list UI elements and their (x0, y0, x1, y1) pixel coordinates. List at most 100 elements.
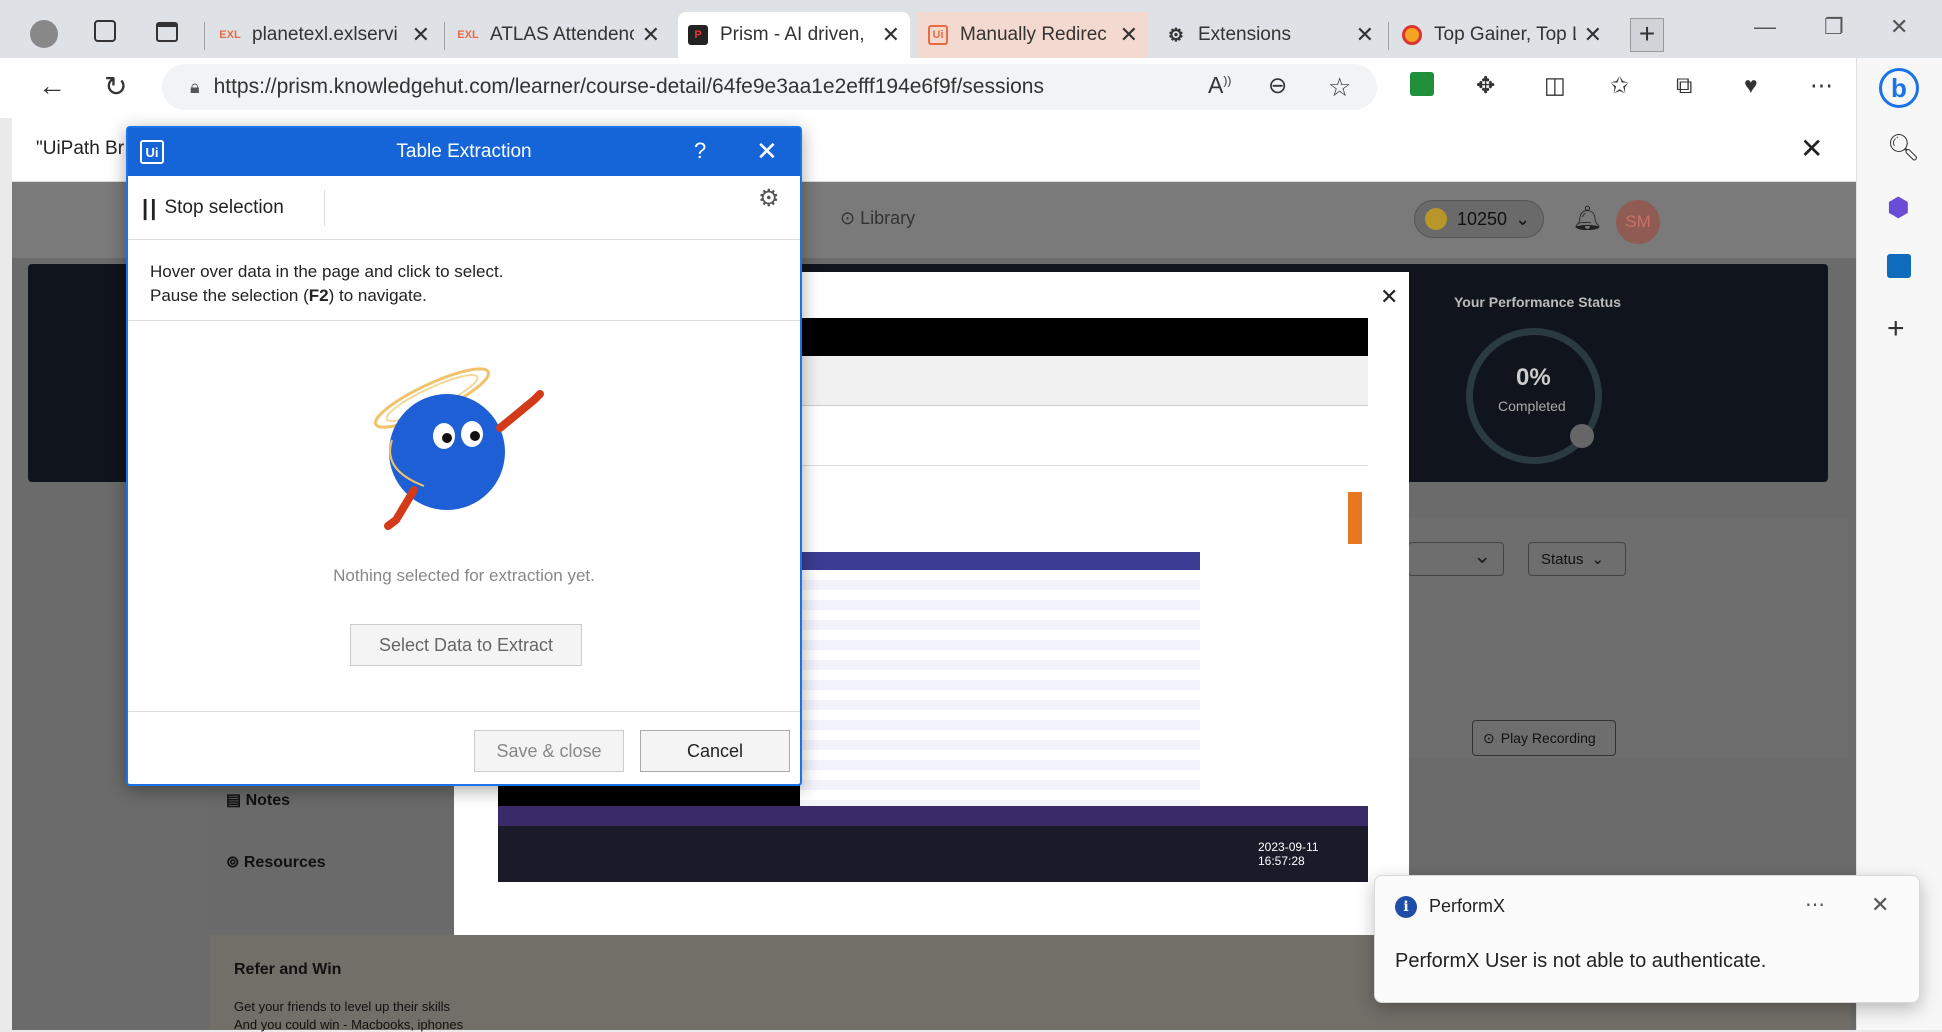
resources-icon: ⊚ (226, 854, 240, 871)
chevron-down-icon: ⌄ (1515, 208, 1531, 229)
mascot-body (389, 394, 505, 510)
prism-favicon-icon: P (688, 25, 708, 45)
add-sidebar-app-icon[interactable]: + (1887, 312, 1905, 346)
close-tab-icon[interactable]: ✕ (1356, 22, 1374, 48)
refer-text: Get your friends to level up their skill… (234, 999, 451, 1014)
dialog-instructions: Hover over data in the page and click to… (150, 260, 503, 308)
close-dialog-icon[interactable]: ✕ (756, 136, 778, 167)
close-tab-icon[interactable]: ✕ (642, 22, 660, 48)
exl-favicon-icon: EXL (457, 29, 479, 41)
exl-favicon-icon: EXL (219, 29, 241, 41)
tab-planetexl[interactable]: EXL planetexl.exlservi ✕ (210, 12, 440, 58)
notification-title: "UiPath Br (36, 138, 125, 159)
minimize-button[interactable]: — (1754, 14, 1776, 40)
notes-label: Notes (245, 792, 291, 809)
points-pill[interactable]: 10250 ⌄ (1414, 200, 1544, 238)
help-icon[interactable]: ? (694, 138, 706, 164)
tab-label: Extensions (1198, 24, 1291, 45)
select-data-button[interactable]: Select Data to Extract (350, 624, 582, 666)
play-recording-button[interactable]: ⊙ Play Recording (1472, 720, 1616, 756)
lock-icon: 🔒︎ (190, 76, 200, 97)
tab-label: planetexl.exlservi (252, 24, 398, 45)
dialog-title-bar[interactable]: Ui Table Extraction ? ✕ (128, 128, 800, 176)
uipath-favicon-icon: Ui (928, 25, 948, 45)
bell-icon[interactable]: 🔔︎ (1572, 204, 1602, 233)
mascot-pupil-left (442, 433, 452, 443)
close-tab-icon[interactable]: ✕ (412, 22, 430, 48)
close-tab-icon[interactable]: ✕ (1120, 22, 1138, 48)
tab-top-gainer[interactable]: Top Gainer, Top L ✕ (1392, 12, 1612, 58)
zoom-out-icon[interactable]: ⊖ (1268, 72, 1287, 99)
tab-atlas[interactable]: EXL ATLAS Attendenc ✕ (448, 12, 670, 58)
library-link[interactable]: ⊙ Library (840, 208, 915, 229)
instruction-line-1: Hover over data in the page and click to… (150, 262, 504, 281)
close-window-button[interactable]: ✕ (1890, 14, 1908, 40)
avatar[interactable]: SM (1616, 200, 1660, 244)
tab-label: Prism - AI driven, (720, 24, 865, 45)
read-aloud-icon[interactable]: A)) (1208, 72, 1231, 99)
tab-manually-redirect[interactable]: Ui Manually Redirec ✕ (918, 12, 1148, 58)
stop-selection-button[interactable]: | | Stop selection (142, 190, 325, 226)
save-close-button[interactable]: Save & close (474, 730, 624, 772)
video-footer-links (498, 806, 1368, 826)
video-table-body (800, 570, 1200, 806)
performance-heart-icon[interactable]: ♥ (1744, 72, 1758, 99)
restore-button[interactable]: ❐ (1824, 14, 1844, 40)
more-menu-icon[interactable]: ⋯ (1810, 72, 1833, 99)
table-extraction-dialog: Ui Table Extraction ? ✕ | | Stop selecti… (126, 126, 802, 786)
video-browser-bar (800, 356, 1368, 406)
outlook-icon[interactable] (1887, 254, 1911, 278)
notes-item[interactable]: ▤ Notes (226, 790, 290, 810)
toast-close-icon[interactable]: ✕ (1871, 892, 1889, 918)
toast-more-icon[interactable]: ⋯ (1805, 892, 1825, 917)
profile-avatar-icon[interactable] (30, 20, 58, 48)
copilot-apps-icon[interactable]: ⬢ (1887, 192, 1910, 223)
tab-extensions[interactable]: ⚙ Extensions ✕ (1156, 12, 1384, 58)
notes-icon: ▤ (226, 792, 242, 809)
close-video-icon[interactable]: ✕ (1380, 284, 1398, 310)
search-icon[interactable]: 🔍︎ (1887, 132, 1920, 163)
extension-green-icon[interactable] (1410, 72, 1434, 96)
tab-prism[interactable]: P Prism - AI driven, ✕ (678, 12, 910, 58)
refer-title: Refer and Win (234, 961, 342, 978)
video-nse-header (800, 426, 1368, 466)
resources-item[interactable]: ⊚ Resources (226, 852, 326, 872)
coin-icon (1425, 208, 1447, 230)
status-dropdown[interactable]: Status ⌄ (1528, 542, 1626, 576)
refresh-icon[interactable]: ↻ (104, 70, 127, 103)
play-recording-label: Play Recording (1500, 730, 1596, 746)
favorite-star-icon[interactable]: ☆ (1328, 72, 1351, 103)
instruction-pre: Pause the selection ( (150, 286, 309, 305)
url-text[interactable]: https://prism.knowledgehut.com/learner/c… (214, 75, 1044, 99)
instruction-line-2: Pause the selection (F2) to navigate. (150, 284, 503, 308)
toast-message: PerformX User is not able to authenticat… (1395, 950, 1767, 972)
instruction-post: ) to navigate. (328, 286, 427, 305)
gear-icon[interactable]: ⚙ (758, 184, 780, 213)
close-tab-icon[interactable]: ✕ (1584, 22, 1602, 48)
mascot-pupil-right (470, 431, 480, 441)
performx-toast[interactable]: i PerformX ⋯ ✕ PerformX User is not able… (1374, 875, 1920, 1003)
video-table-header (800, 552, 1200, 570)
collections-icon[interactable]: ⧉ (1676, 72, 1692, 99)
address-bar[interactable]: 🔒︎ https://prism.knowledgehut.com/learne… (162, 64, 1377, 110)
split-screen-icon[interactable]: ◫ (1544, 72, 1566, 99)
extensions-puzzle-icon[interactable]: ✥ (1476, 72, 1495, 99)
vertical-tabs-icon[interactable] (156, 22, 178, 42)
empty-state-message: Nothing selected for extraction yet. (333, 566, 595, 585)
filter-dropdown[interactable]: ⌄ (1408, 542, 1504, 576)
performance-title: Your Performance Status (1454, 294, 1622, 310)
close-tab-icon[interactable]: ✕ (882, 22, 900, 48)
mascot-arm-right (496, 390, 544, 432)
performance-value: 0% (1516, 364, 1551, 391)
workspaces-icon[interactable] (94, 20, 116, 42)
video-timestamp: 2023-09-11 16:57:28 (1258, 840, 1319, 868)
play-circle-icon: ⊙ (1483, 729, 1495, 746)
favorites-icon[interactable]: ✩ (1610, 72, 1629, 99)
bing-copilot-icon[interactable]: b (1879, 68, 1919, 108)
close-notification-icon[interactable]: ✕ (1800, 132, 1823, 165)
new-tab-button[interactable]: + (1630, 18, 1664, 52)
back-arrow-icon[interactable]: ← (38, 70, 66, 102)
cancel-button[interactable]: Cancel (640, 730, 790, 772)
play-icon[interactable] (1570, 424, 1594, 448)
tab-label: ATLAS Attendenc (490, 24, 634, 45)
